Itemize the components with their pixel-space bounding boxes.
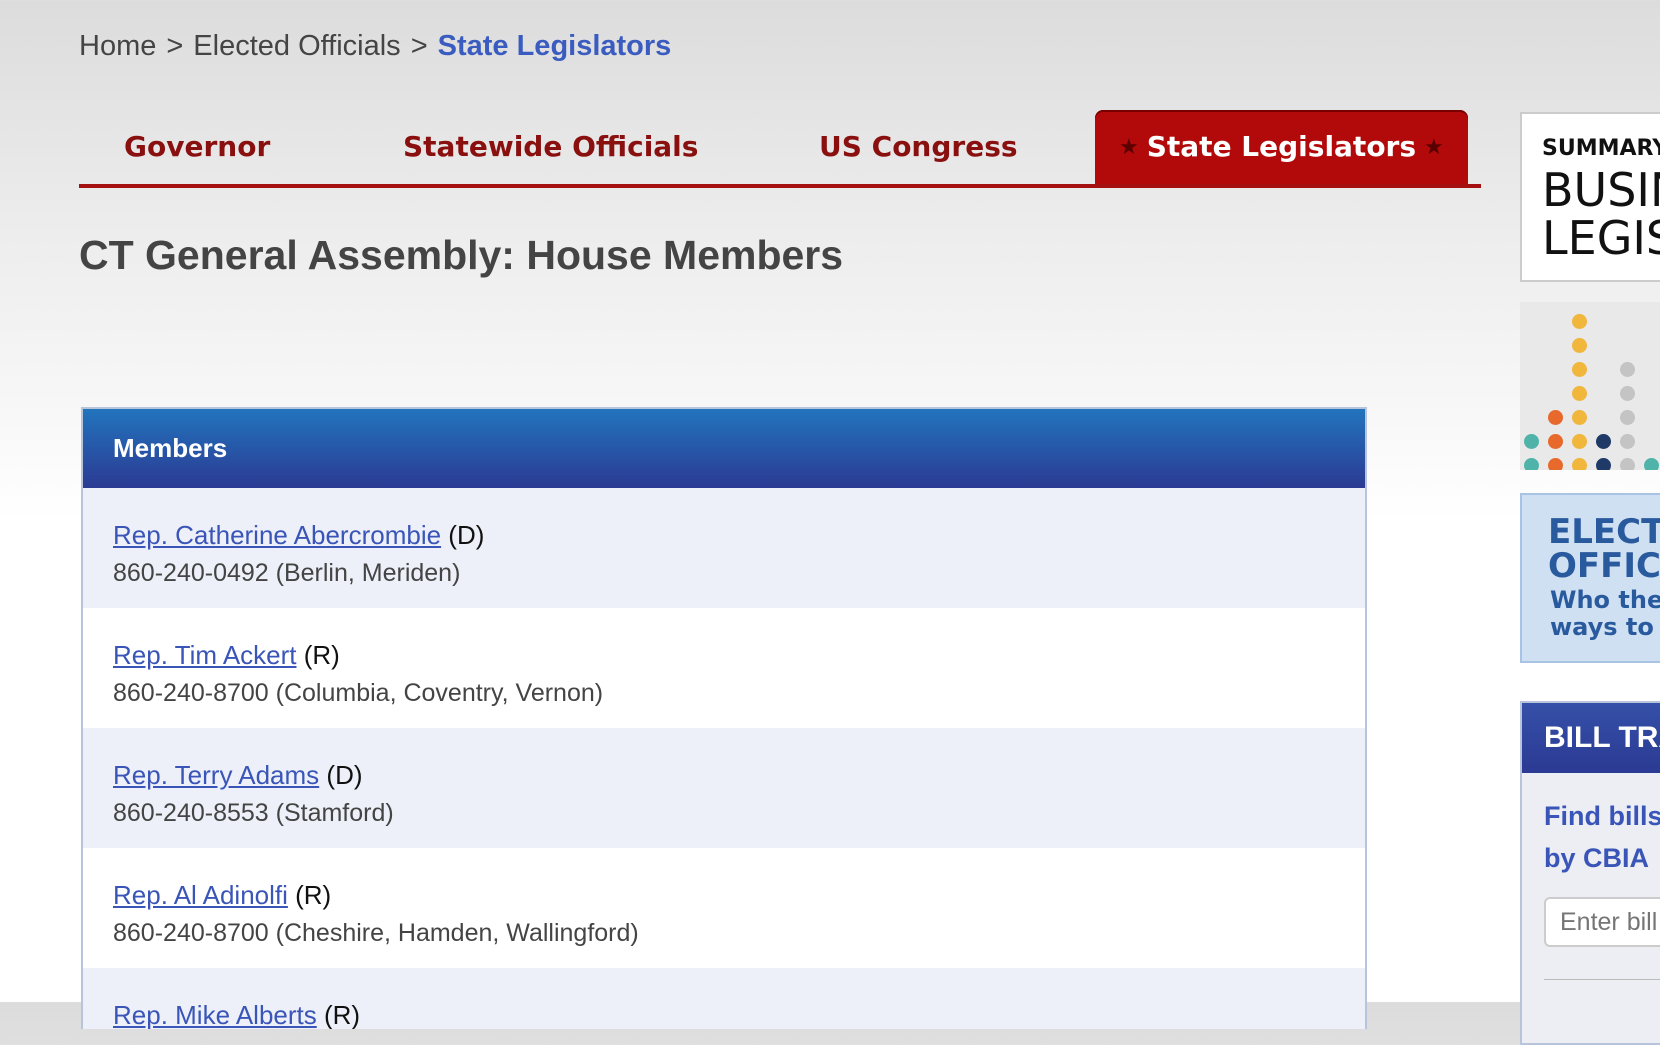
member-name-link[interactable]: Rep. Catherine Abercrombie — [113, 520, 441, 550]
divider — [1544, 979, 1660, 980]
dot-icon — [1572, 314, 1587, 329]
banner-subtext: Who they are,ways to contact — [1550, 586, 1660, 641]
member-party: (R) — [295, 880, 332, 910]
page-title: CT General Assembly: House Members — [79, 232, 844, 278]
dot-icon — [1524, 434, 1539, 449]
member-contact: 860-240-0492 (Berlin, Meriden) — [113, 559, 461, 587]
dot-icon — [1620, 458, 1635, 470]
tab-label: State Legislators — [1146, 130, 1417, 163]
dot-icon — [1548, 434, 1563, 449]
member-party: (R) — [323, 1000, 361, 1029]
bill-search-input[interactable] — [1544, 897, 1660, 947]
member-row: Rep. Terry Adams (D) 860-240-8553 (Stamf… — [83, 728, 1365, 848]
dot-icon — [1572, 338, 1587, 353]
banner-kicker: SUMMARY OF — [1542, 136, 1660, 161]
member-contact: 860-240-8553 (Stamford) — [113, 799, 394, 827]
member-row: Rep. Mike Alberts (R) — [83, 968, 1365, 1029]
breadcrumb-home-link[interactable]: Home — [79, 30, 156, 62]
dot-icon — [1548, 410, 1563, 425]
dot-icon — [1620, 386, 1635, 401]
dot-icon — [1596, 434, 1611, 449]
member-party: (D) — [326, 760, 363, 790]
breadcrumb-current[interactable]: State Legislators — [438, 30, 672, 62]
dot-icon — [1572, 386, 1587, 401]
member-name-link[interactable]: Rep. Mike Alberts — [113, 1000, 317, 1029]
breadcrumb-separator: > — [166, 30, 184, 62]
tab-statewide-officials[interactable]: Statewide Officials — [403, 110, 698, 184]
dot-icon — [1620, 362, 1635, 377]
breadcrumb-separator: > — [410, 30, 428, 62]
dot-icon — [1572, 434, 1587, 449]
bill-tracker-title: BILL TRACKER — [1522, 703, 1660, 773]
member-row: Rep. Tim Ackert (R) 860-240-8700 (Columb… — [83, 608, 1365, 728]
member-row: Rep. Al Adinolfi (R) 860-240-8700 (Chesh… — [83, 848, 1365, 968]
dot-icon — [1524, 458, 1539, 470]
dot-icon — [1620, 410, 1635, 425]
member-party: (R) — [303, 640, 340, 670]
banner-headline: ELECTEDOFFICIALS — [1548, 512, 1660, 586]
dot-icon — [1644, 458, 1659, 470]
breadcrumb: Home > Elected Officials > State Legislators — [79, 30, 671, 63]
member-party: (D) — [448, 520, 485, 550]
member-row: Rep. Catherine Abercrombie (D) 860-240-0… — [83, 488, 1365, 608]
tab-governor[interactable]: Governor — [124, 110, 270, 184]
star-icon: ★ — [1119, 135, 1139, 160]
star-icon: ★ — [1424, 135, 1444, 160]
member-name-link[interactable]: Rep. Al Adinolfi — [113, 880, 288, 910]
members-panel: Members Rep. Catherine Abercrombie (D) 8… — [81, 407, 1367, 1029]
tab-state-legislators[interactable]: ★ State Legislators ★ — [1095, 110, 1468, 184]
dot-icon — [1572, 362, 1587, 377]
dot-graphic-banner[interactable] — [1520, 302, 1660, 470]
officials-tab-bar: Governor Statewide Officials US Congress… — [79, 110, 1481, 188]
member-name-link[interactable]: Rep. Tim Ackert — [113, 640, 297, 670]
banner-headline: BUSINESSLEGISLATION — [1542, 163, 1660, 265]
tab-us-congress[interactable]: US Congress — [819, 110, 1018, 184]
business-legislation-banner[interactable]: SUMMARY OF BUSINESSLEGISLATION — [1520, 112, 1660, 282]
member-name-link[interactable]: Rep. Terry Adams — [113, 760, 319, 790]
dot-icon — [1572, 410, 1587, 425]
dot-icon — [1548, 458, 1563, 470]
dot-icon — [1572, 458, 1587, 470]
elected-officials-banner[interactable]: ELECTEDOFFICIALS Who they are,ways to co… — [1520, 493, 1660, 663]
member-contact: 860-240-8700 (Cheshire, Hamden, Wallingf… — [113, 919, 639, 947]
members-panel-header: Members — [83, 409, 1365, 488]
bill-tracker-widget: BILL TRACKER Find billsby CBIA — [1520, 701, 1660, 1045]
bill-tracker-description: Find bills by CBIA — [1544, 801, 1660, 873]
dot-icon — [1596, 458, 1611, 470]
member-contact: 860-240-8700 (Columbia, Coventry, Vernon… — [113, 679, 604, 707]
dot-icon — [1620, 434, 1635, 449]
breadcrumb-elected-officials-link[interactable]: Elected Officials — [193, 30, 400, 62]
